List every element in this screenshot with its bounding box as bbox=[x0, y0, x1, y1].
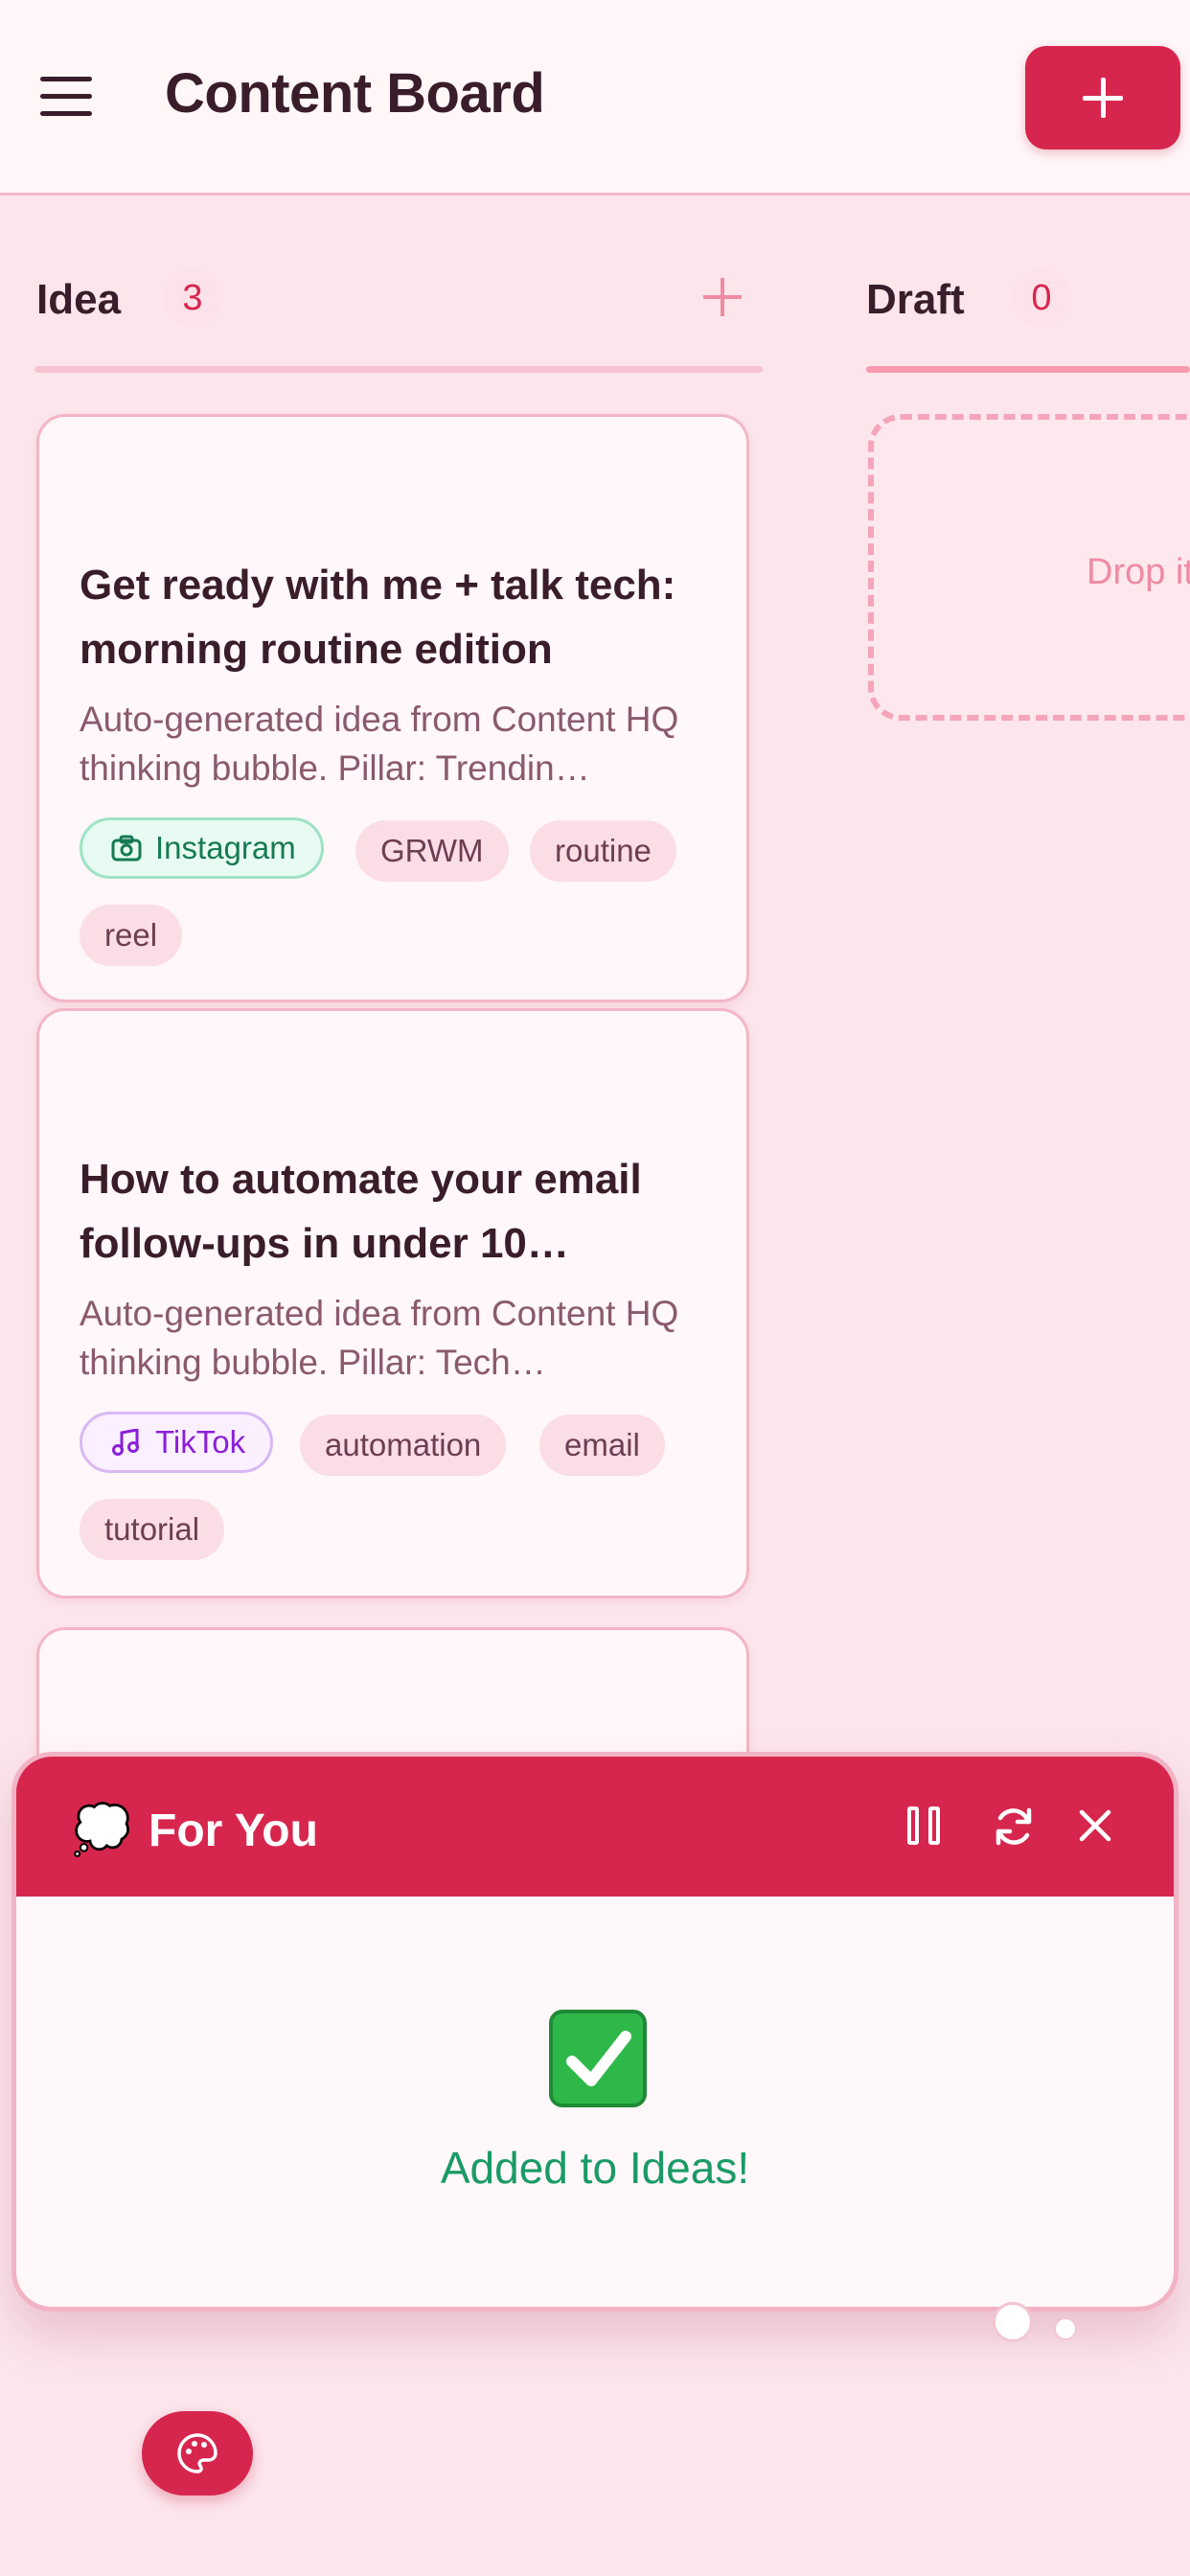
card-title: How to automate your email follow-ups in… bbox=[80, 1156, 642, 1267]
tag: reel bbox=[80, 905, 183, 966]
idea-card[interactable]: How to automate your email follow-ups in… bbox=[36, 1008, 749, 1598]
camera-icon bbox=[111, 835, 142, 862]
column-divider bbox=[34, 366, 763, 373]
tag: email bbox=[539, 1414, 665, 1476]
pause-icon[interactable] bbox=[907, 1806, 942, 1845]
platform-tag: Instagram bbox=[80, 817, 324, 879]
for-you-popup: 💭 For You Added to Ideas! bbox=[11, 1752, 1179, 2312]
column-title: Idea bbox=[36, 276, 122, 323]
top-bar: Content Board bbox=[0, 0, 1190, 196]
palette-icon bbox=[177, 2433, 217, 2473]
add-idea-icon[interactable] bbox=[701, 276, 744, 318]
column-title: Draft bbox=[866, 276, 965, 323]
platform-label: Instagram bbox=[155, 830, 296, 865]
column-divider bbox=[866, 366, 1190, 373]
success-message: Added to Ideas! bbox=[440, 2143, 750, 2193]
card-description: Auto-generated idea from Content HQ thin… bbox=[80, 1294, 679, 1382]
column-header-draft: Draft 0 bbox=[866, 268, 1190, 335]
thought-dot bbox=[1054, 2317, 1077, 2340]
card-title: Get ready with me + talk tech: morning r… bbox=[80, 562, 676, 673]
count-badge: 0 bbox=[1012, 268, 1071, 328]
theme-palette-button[interactable] bbox=[142, 2411, 253, 2496]
platform-tag: TikTok bbox=[80, 1412, 274, 1473]
idea-card[interactable]: Get ready with me + talk tech: morning r… bbox=[36, 414, 749, 1002]
music-note-icon bbox=[112, 1429, 139, 1456]
refresh-icon[interactable] bbox=[992, 1805, 1036, 1849]
add-content-button[interactable] bbox=[1025, 46, 1180, 150]
close-icon[interactable] bbox=[1076, 1806, 1114, 1845]
tag: GRWM bbox=[355, 820, 509, 882]
check-mark-icon bbox=[549, 2010, 647, 2107]
popup-title: For You bbox=[149, 1806, 318, 1856]
card-description: Auto-generated idea from Content HQ thin… bbox=[80, 700, 679, 788]
platform-label: TikTok bbox=[155, 1424, 246, 1460]
thought-dot bbox=[993, 2302, 1033, 2342]
thought-bubble-icon: 💭 bbox=[72, 1803, 132, 1856]
menu-icon[interactable] bbox=[40, 73, 94, 119]
draft-drop-zone[interactable]: Drop it bbox=[868, 414, 1190, 721]
popup-header: 💭 For You bbox=[16, 1757, 1174, 1897]
column-header-idea: Idea 3 bbox=[36, 268, 765, 335]
app: Content Board Idea 3 Draft 0 Get ready w… bbox=[0, 0, 1190, 2576]
tag: tutorial bbox=[80, 1499, 225, 1560]
drop-text: Drop it bbox=[1087, 552, 1190, 592]
tag: routine bbox=[530, 820, 676, 882]
tag: automation bbox=[300, 1414, 507, 1476]
count-badge: 3 bbox=[163, 268, 222, 328]
page-title: Content Board bbox=[165, 62, 545, 125]
